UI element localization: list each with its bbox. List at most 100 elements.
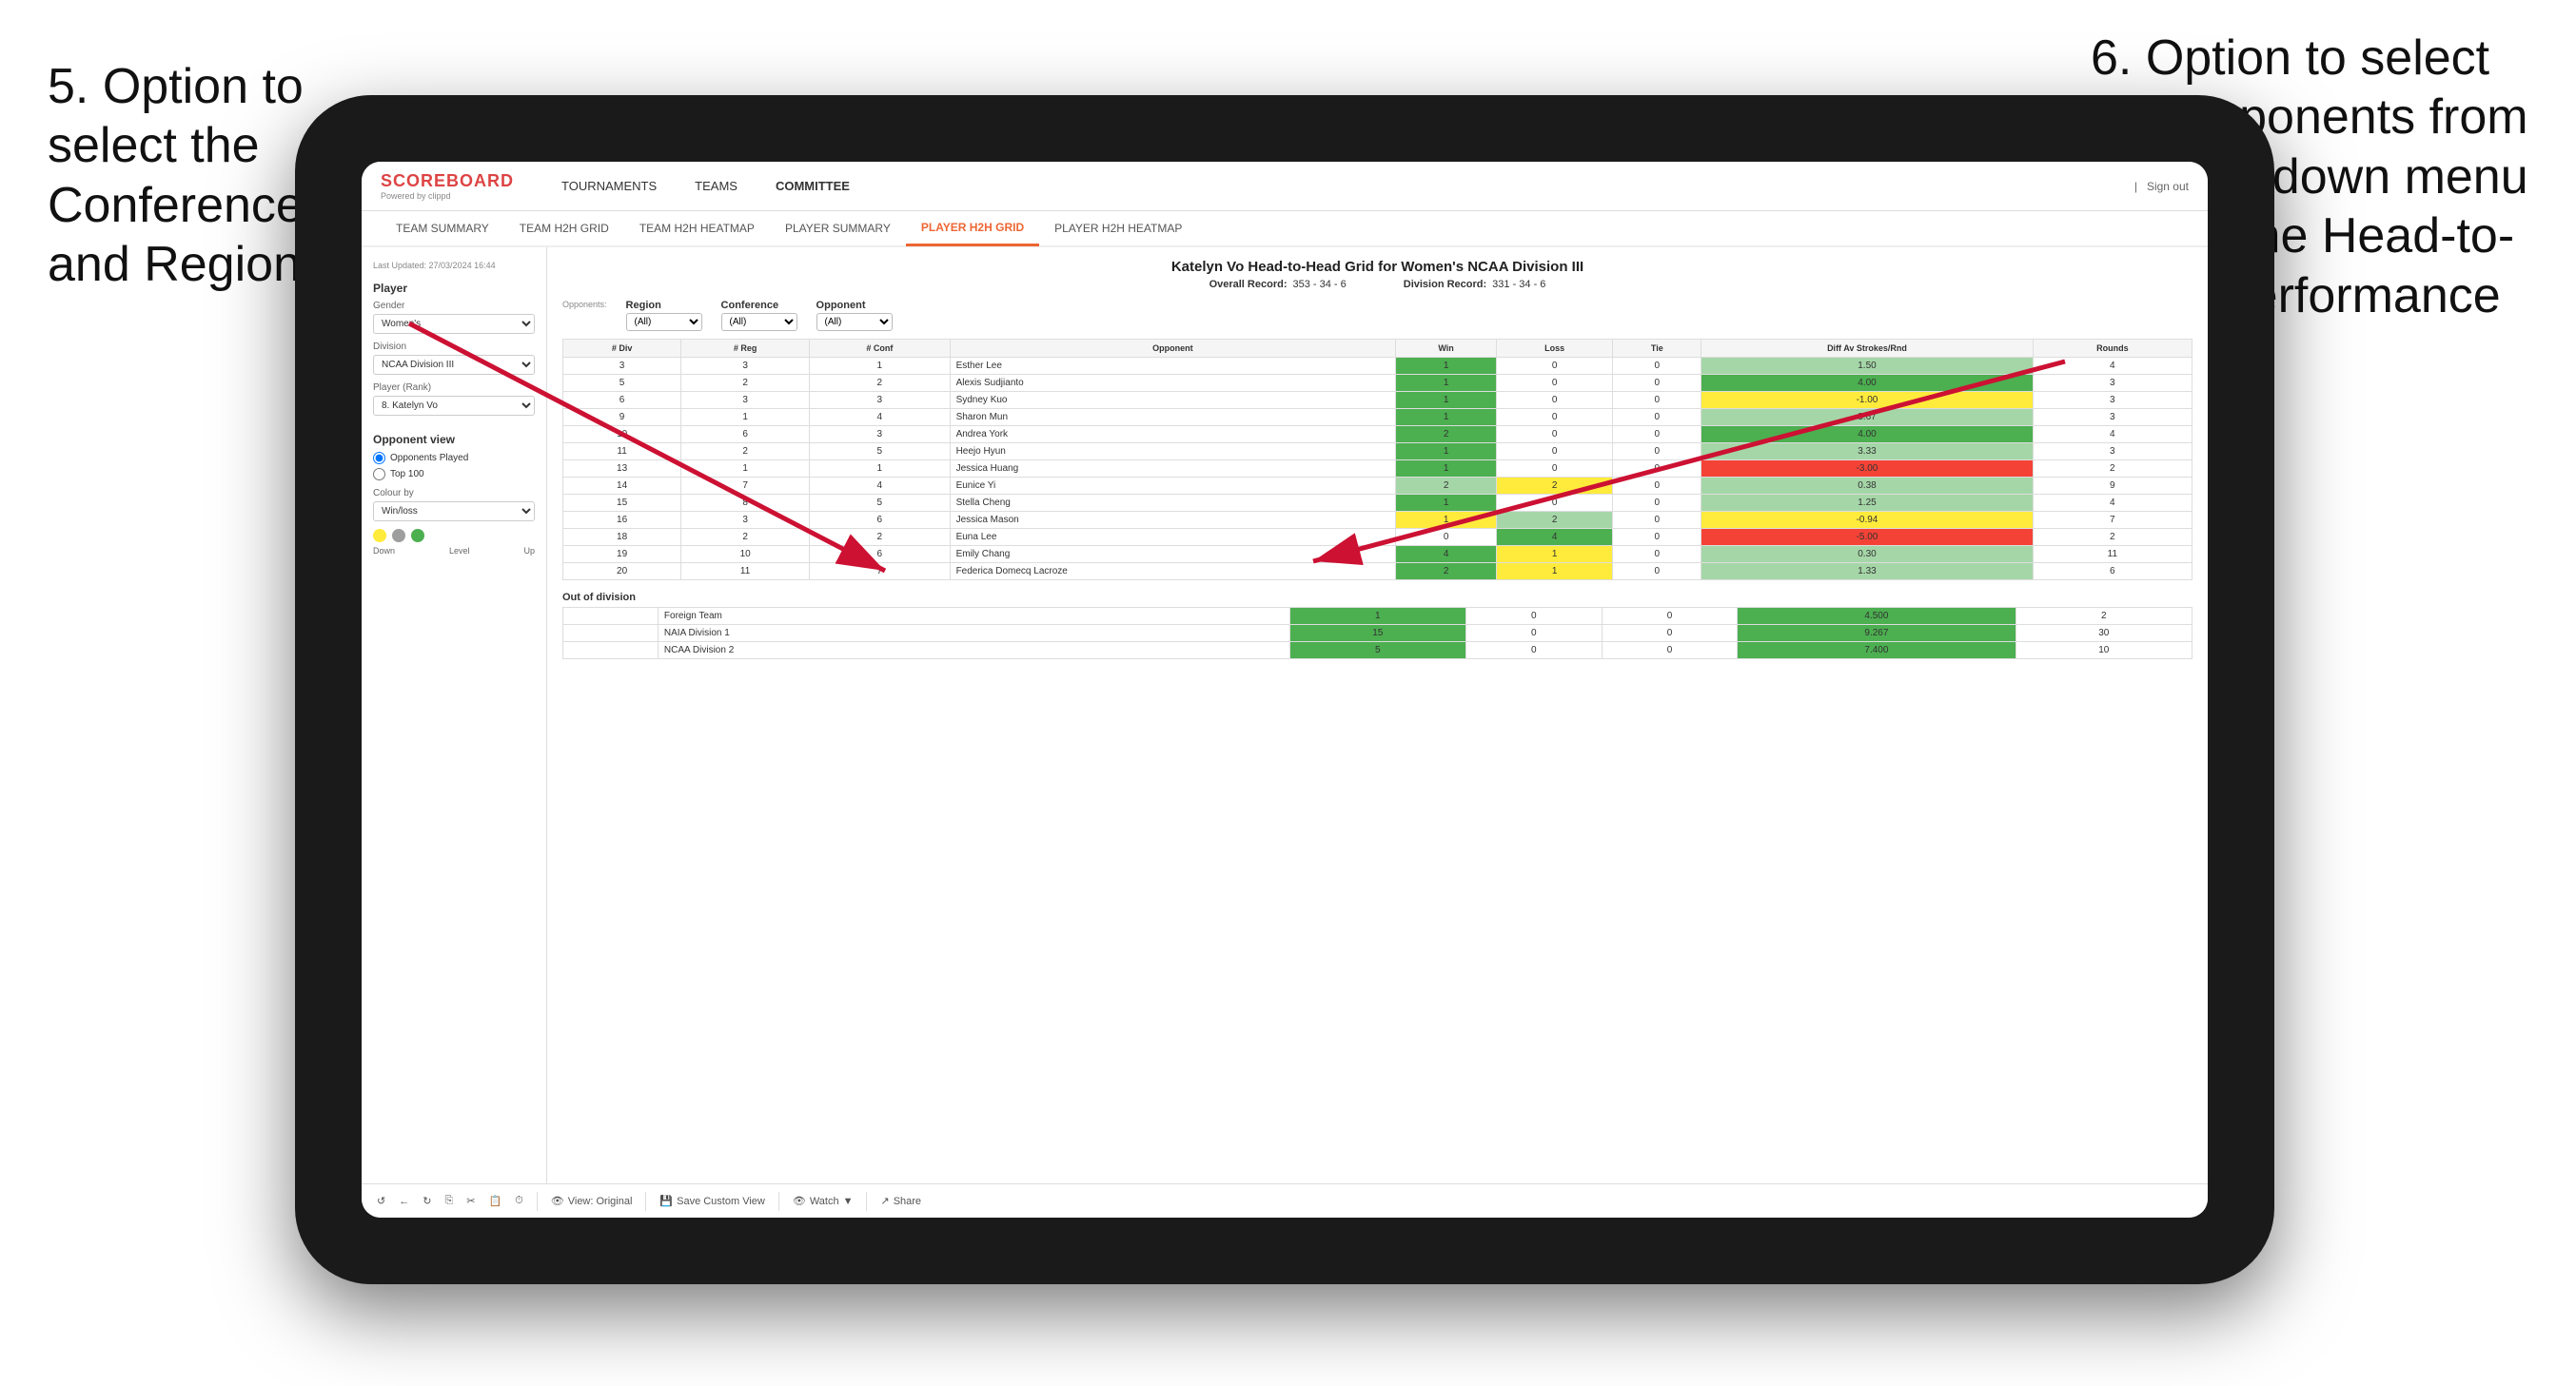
out-of-division-table: Foreign Team1004.5002NAIA Division 11500…	[562, 607, 2193, 659]
out-of-division-header: Out of division	[562, 592, 2193, 603]
last-updated: Last Updated: 27/03/2024 16:44	[373, 261, 535, 270]
sidebar-player-title: Player	[373, 282, 535, 295]
undo-icon[interactable]: ↺	[377, 1195, 385, 1207]
save-custom-btn[interactable]: 💾 Save Custom View	[659, 1195, 764, 1207]
tablet-device: SCOREBOARD Powered by clippd TOURNAMENTS…	[295, 95, 2274, 1284]
share-icon: ↗	[880, 1195, 889, 1207]
watch-icon: 👁	[793, 1195, 806, 1207]
division-select[interactable]: NCAA Division III	[373, 355, 535, 375]
colour-by-label: Colour by	[373, 488, 535, 498]
ood-table-row: NAIA Division 115009.26730	[563, 625, 2193, 642]
color-legend-dots	[373, 529, 535, 542]
ood-table-row: NCAA Division 25007.40010	[563, 642, 2193, 659]
dot-up	[411, 529, 424, 542]
nav-committee[interactable]: COMMITTEE	[757, 162, 869, 211]
watch-btn[interactable]: 👁 Watch ▼	[793, 1195, 854, 1207]
conference-select[interactable]: (All)	[721, 313, 797, 331]
main-content: Last Updated: 27/03/2024 16:44 Player Ge…	[362, 247, 2208, 1183]
paste-icon[interactable]: 📋	[488, 1195, 501, 1207]
pipe-separator: |	[2134, 180, 2137, 193]
view-original-btn[interactable]: 👁 View: Original	[551, 1195, 633, 1207]
record-row: Overall Record: 353 - 34 - 6 Division Re…	[562, 279, 2193, 290]
share-btn[interactable]: ↗ Share	[880, 1195, 921, 1207]
sub-nav-team-h2h-heatmap[interactable]: TEAM H2H HEATMAP	[624, 210, 770, 246]
division-label: Division	[373, 342, 535, 352]
region-select[interactable]: (All)	[626, 313, 702, 331]
copy-icon[interactable]: ⎘	[444, 1195, 453, 1207]
col-rounds: Rounds	[2033, 340, 2192, 358]
opponent-select[interactable]: (All)	[816, 313, 893, 331]
nav-right: | Sign out	[2134, 180, 2189, 193]
col-diff: Diff Av Strokes/Rnd	[1701, 340, 2033, 358]
table-row: 1822Euna Lee040-5.002	[563, 529, 2193, 546]
player-rank-label: Player (Rank)	[373, 382, 535, 393]
colour-by-select[interactable]: Win/loss	[373, 501, 535, 521]
report-title: Katelyn Vo Head-to-Head Grid for Women's…	[562, 259, 2193, 275]
table-row: 522Alexis Sudjianto1004.003	[563, 375, 2193, 392]
radio-opponents-played[interactable]: Opponents Played	[373, 452, 535, 464]
sub-nav-team-summary[interactable]: TEAM SUMMARY	[381, 210, 504, 246]
sub-nav-team-h2h-grid[interactable]: TEAM H2H GRID	[504, 210, 624, 246]
radio-top100[interactable]: Top 100	[373, 468, 535, 480]
nav-teams[interactable]: TEAMS	[676, 162, 757, 211]
table-row: 19106Emily Chang4100.3011	[563, 546, 2193, 563]
sidebar: Last Updated: 27/03/2024 16:44 Player Ge…	[362, 247, 547, 1183]
ood-table-row: Foreign Team1004.5002	[563, 608, 2193, 625]
bottom-toolbar: ↺ ← ↻ ⎘ ✂ 📋 ⏱ 👁 View: Original 💾 Save Cu…	[362, 1183, 2208, 1218]
data-area: Katelyn Vo Head-to-Head Grid for Women's…	[547, 247, 2208, 1183]
opponent-view-title: Opponent view	[373, 433, 535, 446]
col-reg: # Reg	[681, 340, 810, 358]
dot-level	[392, 529, 405, 542]
table-row: 1063Andrea York2004.004	[563, 426, 2193, 443]
region-filter: Region (All)	[626, 300, 702, 331]
eye-icon: 👁	[551, 1195, 564, 1207]
clock-icon[interactable]: ⏱	[515, 1195, 523, 1207]
sub-nav-player-h2h-heatmap[interactable]: PLAYER H2H HEATMAP	[1039, 210, 1197, 246]
watch-chevron: ▼	[843, 1196, 854, 1207]
opponents-filter-label: Opponents:	[562, 300, 607, 309]
conference-filter: Conference (All)	[721, 300, 797, 331]
sub-nav-player-summary[interactable]: PLAYER SUMMARY	[770, 210, 906, 246]
logo-area: SCOREBOARD Powered by clippd	[381, 171, 514, 201]
overall-record: Overall Record: 353 - 34 - 6	[1209, 279, 1347, 290]
col-opponent: Opponent	[950, 340, 1396, 358]
main-data-table: # Div # Reg # Conf Opponent Win Loss Tie…	[562, 339, 2193, 580]
table-row: 914Sharon Mun1003.673	[563, 409, 2193, 426]
table-row: 1474Eunice Yi2200.389	[563, 478, 2193, 495]
tablet-screen: SCOREBOARD Powered by clippd TOURNAMENTS…	[362, 162, 2208, 1218]
logo-text: SCOREBOARD	[381, 171, 514, 191]
sign-out-link[interactable]: Sign out	[2147, 180, 2189, 193]
col-win: Win	[1396, 340, 1497, 358]
cut-icon[interactable]: ✂	[466, 1195, 475, 1207]
nav-items: TOURNAMENTS TEAMS COMMITTEE	[542, 162, 2134, 211]
nav-tournaments[interactable]: TOURNAMENTS	[542, 162, 676, 211]
table-row: 1311Jessica Huang100-3.002	[563, 460, 2193, 478]
player-rank-select[interactable]: 8. Katelyn Vo	[373, 396, 535, 416]
col-conf: # Conf	[810, 340, 950, 358]
redo-icon[interactable]: ↻	[423, 1195, 431, 1207]
table-row: 331Esther Lee1001.504	[563, 358, 2193, 375]
table-row: 20117Federica Domecq Lacroze2101.336	[563, 563, 2193, 580]
toolbar-divider-2	[645, 1192, 646, 1211]
gender-label: Gender	[373, 301, 535, 311]
dot-down	[373, 529, 386, 542]
table-row: 1125Heejo Hyun1003.333	[563, 443, 2193, 460]
table-row: 633Sydney Kuo100-1.003	[563, 392, 2193, 409]
gender-select[interactable]: Women's	[373, 314, 535, 334]
opponent-filter: Opponent (All)	[816, 300, 893, 331]
toolbar-divider-4	[866, 1192, 867, 1211]
toolbar-divider-3	[778, 1192, 779, 1211]
prev-icon[interactable]: ←	[399, 1196, 409, 1207]
sub-nav-player-h2h-grid[interactable]: PLAYER H2H GRID	[906, 210, 1039, 246]
logo-sub: Powered by clippd	[381, 191, 514, 201]
filter-row: Opponents: Region (All) Conference (All)	[562, 300, 2193, 331]
col-loss: Loss	[1497, 340, 1613, 358]
sub-navigation: TEAM SUMMARY TEAM H2H GRID TEAM H2H HEAT…	[362, 211, 2208, 247]
save-icon: 💾	[659, 1195, 673, 1207]
table-row: 1585Stella Cheng1001.254	[563, 495, 2193, 512]
col-tie: Tie	[1613, 340, 1701, 358]
color-legend-labels: Down Level Up	[373, 546, 535, 556]
top-navigation: SCOREBOARD Powered by clippd TOURNAMENTS…	[362, 162, 2208, 211]
table-row: 1636Jessica Mason120-0.947	[563, 512, 2193, 529]
division-record: Division Record: 331 - 34 - 6	[1404, 279, 1546, 290]
